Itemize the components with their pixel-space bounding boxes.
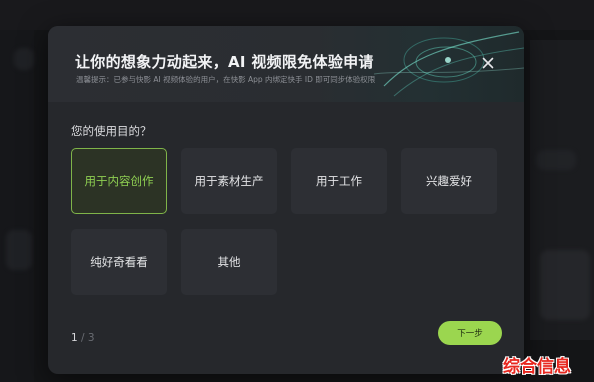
option-label: 用于工作 bbox=[316, 174, 362, 188]
background-element bbox=[14, 48, 34, 70]
background-sidebar bbox=[0, 30, 34, 382]
next-step-label: 下一步 bbox=[457, 329, 483, 339]
close-icon bbox=[482, 57, 494, 69]
option-label: 用于素材生产 bbox=[194, 174, 264, 188]
page-indicator: 1 / 3 bbox=[71, 332, 95, 344]
watermark-text: 综合信息 bbox=[503, 357, 571, 377]
total-pages: 3 bbox=[87, 332, 95, 344]
dialog-header: 让你的想象力动起来，AI 视频限免体验申请 温馨提示：已参与快影 AI 视频体验… bbox=[48, 26, 524, 102]
background-element bbox=[6, 230, 32, 270]
option-work[interactable]: 用于工作 bbox=[291, 148, 387, 214]
option-label: 用于内容创作 bbox=[84, 174, 154, 188]
background-element bbox=[540, 250, 590, 320]
option-other[interactable]: 其他 bbox=[181, 229, 277, 295]
option-curiosity[interactable]: 纯好奇看看 bbox=[71, 229, 167, 295]
current-page: 1 bbox=[71, 332, 78, 344]
close-button[interactable] bbox=[478, 53, 498, 73]
background-element bbox=[536, 150, 576, 170]
page-separator: / bbox=[81, 332, 85, 344]
option-label: 其他 bbox=[217, 255, 241, 269]
question-label: 您的使用目的？ bbox=[71, 124, 152, 138]
option-label: 兴趣爱好 bbox=[426, 174, 472, 188]
application-dialog: 让你的想象力动起来，AI 视频限免体验申请 温馨提示：已参与快影 AI 视频体验… bbox=[48, 26, 524, 374]
option-hobby[interactable]: 兴趣爱好 bbox=[401, 148, 497, 214]
dialog-title: 让你的想象力动起来，AI 视频限免体验申请 bbox=[75, 53, 374, 71]
notice-text: 温馨提示：已参与快影 AI 视频体验的用户，在快影 App 内绑定快手 ID 即… bbox=[76, 75, 376, 84]
next-step-button[interactable]: 下一步 bbox=[438, 321, 502, 345]
decorative-wave-graphic bbox=[374, 31, 524, 97]
option-content-creation[interactable]: 用于内容创作 bbox=[71, 148, 167, 214]
option-material-production[interactable]: 用于素材生产 bbox=[181, 148, 277, 214]
option-label: 纯好奇看看 bbox=[90, 255, 148, 269]
